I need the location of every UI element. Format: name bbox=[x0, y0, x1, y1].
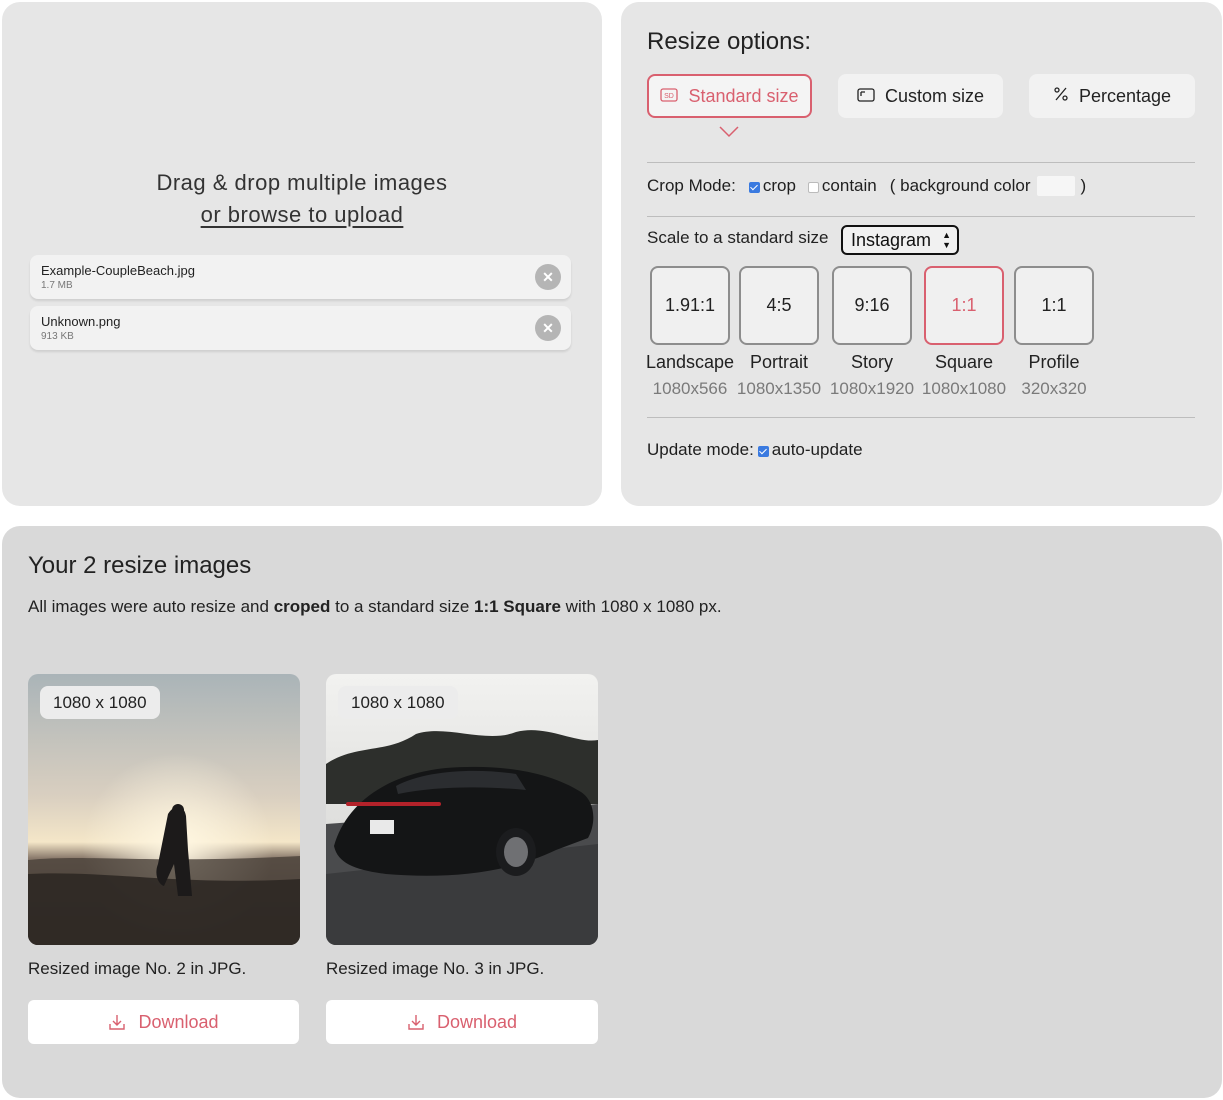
size-dimensions: 1080x1920 bbox=[829, 379, 915, 398]
platform-select[interactable]: Instagram ▲ ▼ bbox=[841, 225, 959, 255]
size-name: Square bbox=[934, 352, 994, 372]
file-name: Unknown.png bbox=[41, 314, 121, 329]
resize-options-panel: Resize options: SD Standard size Custom … bbox=[621, 2, 1222, 506]
svg-text:SD: SD bbox=[665, 93, 675, 100]
standard-size-button[interactable]: SD Standard size bbox=[647, 74, 812, 118]
options-title: Resize options: bbox=[647, 28, 812, 55]
size-card-story[interactable]: 9:16 bbox=[832, 266, 912, 345]
size-name: Portrait bbox=[749, 352, 809, 372]
background-color-close: ) bbox=[1080, 176, 1087, 195]
size-ratio: 1.91:1 bbox=[664, 295, 716, 315]
size-card-profile[interactable]: 1:1 bbox=[1014, 266, 1094, 345]
size-dimensions: 320x320 bbox=[1021, 379, 1087, 398]
size-dimensions: 1080x566 bbox=[652, 379, 728, 398]
standard-size-label: Standard size bbox=[688, 85, 799, 106]
desc-text: to a standard size bbox=[330, 597, 475, 616]
download-label: Download bbox=[436, 1011, 518, 1032]
update-mode-row: Update mode: auto-update bbox=[647, 440, 863, 460]
remove-file-button[interactable]: ✕ bbox=[535, 315, 561, 341]
size-ratio: 4:5 bbox=[766, 295, 792, 315]
size-dimensions: 1080x1080 bbox=[921, 379, 1007, 398]
file-item: Unknown.png 913 KB ✕ bbox=[30, 306, 571, 350]
custom-size-button[interactable]: Custom size bbox=[838, 74, 1003, 118]
size-ratio: 1:1 bbox=[951, 295, 977, 315]
crop-mode-row: Crop Mode: crop contain ( background col… bbox=[647, 176, 1086, 196]
crop-mode-label: Crop Mode: bbox=[647, 176, 736, 195]
file-size: 913 KB bbox=[41, 331, 74, 342]
scale-label: Scale to a standard size bbox=[647, 228, 829, 247]
download-icon bbox=[408, 1015, 424, 1030]
select-arrows-icon: ▲ ▼ bbox=[942, 230, 951, 250]
percent-icon bbox=[1053, 86, 1069, 107]
size-card-landscape[interactable]: 1.91:1 bbox=[650, 266, 730, 345]
result-image[interactable]: 1080 x 1080 bbox=[28, 674, 300, 945]
results-panel: Your 2 resize images All images were aut… bbox=[2, 526, 1222, 1098]
image-size-badge: 1080 x 1080 bbox=[40, 686, 160, 719]
percentage-label: Percentage bbox=[1078, 85, 1172, 106]
background-color-swatch[interactable] bbox=[1036, 176, 1075, 196]
desc-text: with 1080 x 1080 px. bbox=[560, 597, 722, 616]
size-ratio: 1:1 bbox=[1041, 295, 1067, 315]
result-image[interactable]: 1080 x 1080 bbox=[326, 674, 598, 945]
file-size: 1.7 MB bbox=[41, 280, 73, 291]
results-title: Your 2 resize images bbox=[28, 552, 252, 579]
image-caption: Resized image No. 3 in JPG. bbox=[326, 959, 545, 978]
auto-update-checkbox[interactable] bbox=[757, 445, 769, 457]
custom-size-label: Custom size bbox=[884, 85, 985, 106]
size-name: Landscape bbox=[645, 352, 735, 372]
download-button[interactable]: Download bbox=[326, 1000, 598, 1044]
image-size-badge: 1080 x 1080 bbox=[338, 686, 458, 719]
frame-icon bbox=[857, 86, 875, 107]
browse-link[interactable]: or browse to upload bbox=[201, 202, 404, 227]
percentage-button[interactable]: Percentage bbox=[1029, 74, 1195, 118]
divider bbox=[647, 417, 1195, 418]
contain-checkbox[interactable] bbox=[807, 181, 819, 193]
remove-file-button[interactable]: ✕ bbox=[535, 264, 561, 290]
dropzone-instruction: Drag & drop multiple images bbox=[156, 170, 448, 195]
divider bbox=[647, 216, 1195, 217]
size-name: Story bbox=[850, 352, 893, 372]
chevron-down-icon bbox=[719, 126, 739, 138]
crop-checkbox[interactable] bbox=[748, 181, 760, 193]
contain-option-label: contain bbox=[821, 176, 877, 195]
size-card-square[interactable]: 1:1 bbox=[924, 266, 1004, 345]
desc-text: All images were auto resize and bbox=[28, 597, 274, 616]
image-caption: Resized image No. 2 in JPG. bbox=[28, 959, 247, 978]
results-description: All images were auto resize and croped t… bbox=[28, 597, 722, 617]
size-card-portrait[interactable]: 4:5 bbox=[739, 266, 819, 345]
background-color-label: ( background color bbox=[889, 176, 1031, 195]
file-name: Example-CoupleBeach.jpg bbox=[41, 263, 195, 278]
download-icon bbox=[109, 1015, 126, 1030]
desc-bold: croped bbox=[273, 597, 331, 616]
crop-option-label: crop bbox=[762, 176, 796, 195]
size-name: Profile bbox=[1028, 352, 1080, 372]
download-label: Download bbox=[138, 1011, 219, 1032]
auto-update-label: auto-update bbox=[771, 440, 863, 459]
size-dimensions: 1080x1350 bbox=[736, 379, 822, 398]
file-item: Example-CoupleBeach.jpg 1.7 MB ✕ bbox=[30, 255, 571, 299]
update-mode-label: Update mode: bbox=[647, 440, 754, 459]
sd-icon: SD bbox=[660, 86, 679, 107]
size-ratio: 9:16 bbox=[854, 295, 890, 315]
platform-select-value: Instagram bbox=[851, 230, 932, 250]
desc-bold: 1:1 Square bbox=[474, 597, 561, 616]
upload-dropzone[interactable]: Drag & drop multiple images or browse to… bbox=[2, 2, 602, 506]
download-button[interactable]: Download bbox=[28, 1000, 299, 1044]
divider bbox=[647, 162, 1195, 163]
